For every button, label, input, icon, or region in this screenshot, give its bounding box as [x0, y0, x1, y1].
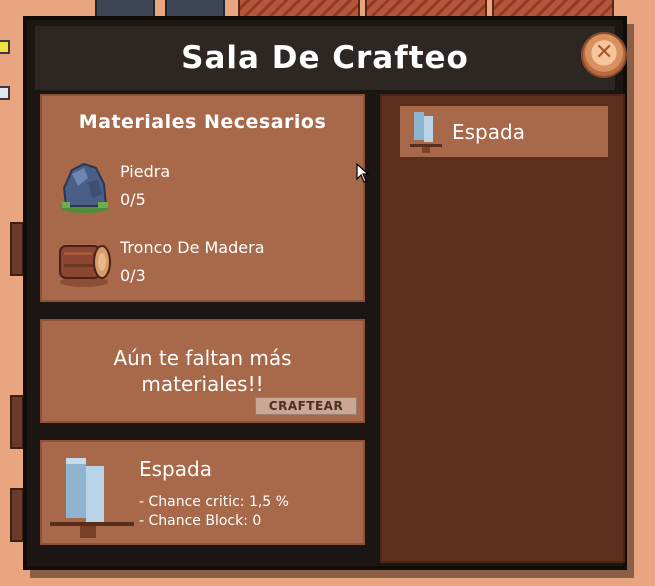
- material-row-stone: Piedra 0/5: [56, 154, 356, 214]
- result-item-name: Espada: [139, 457, 212, 481]
- log-icon: [59, 245, 111, 287]
- materials-title: Materiales Necesarios: [78, 111, 327, 133]
- background-post: [10, 395, 24, 449]
- material-name: Tronco De Madera: [120, 238, 265, 257]
- stat-block: - Chance Block: 0: [139, 513, 262, 529]
- sword-icon: [50, 458, 134, 538]
- title-bar: Sala De Crafteo ✕: [35, 26, 627, 90]
- material-name: Piedra: [120, 162, 171, 181]
- material-count: 0/3: [120, 266, 146, 285]
- crafting-window: Sala De Crafteo ✕ Materiales Necesarios …: [23, 16, 627, 570]
- material-row-log: Tronco De Madera 0/3: [56, 230, 356, 290]
- material-count: 0/5: [120, 190, 146, 209]
- background-marker: [0, 40, 10, 54]
- mouse-cursor-icon: [356, 163, 370, 183]
- close-button[interactable]: ✕: [581, 32, 627, 78]
- craft-button[interactable]: CRAFTEAR: [255, 397, 357, 415]
- recipe-list: Espada: [380, 94, 625, 563]
- window-title: Sala De Crafteo: [181, 40, 469, 76]
- missing-materials-message: Aún te faltan más materiales!!: [113, 346, 292, 396]
- result-panel: Espada - Chance critic: 1,5 % - Chance B…: [40, 440, 365, 545]
- materials-panel: Materiales Necesarios Piedra 0/5 Tronco …: [40, 94, 365, 302]
- background-post: [10, 222, 24, 276]
- recipe-item-sword[interactable]: Espada: [400, 106, 608, 157]
- background-post: [10, 488, 24, 542]
- background-marker: [0, 86, 10, 100]
- message-panel: Aún te faltan más materiales!! CRAFTEAR: [40, 319, 365, 423]
- recipe-item-label: Espada: [452, 120, 525, 144]
- stone-icon: [61, 162, 109, 213]
- sword-icon: [410, 112, 442, 153]
- stat-crit: - Chance critic: 1,5 %: [139, 494, 289, 510]
- close-icon: ✕: [595, 40, 614, 65]
